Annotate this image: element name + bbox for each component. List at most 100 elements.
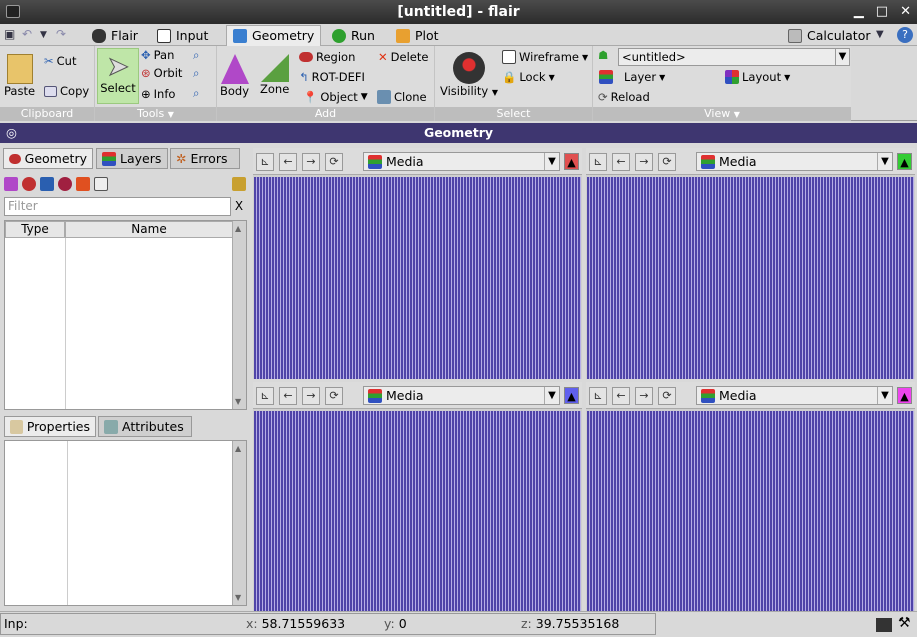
region-filter-icon[interactable] xyxy=(22,177,36,191)
viewport-color-marker[interactable]: ▲ xyxy=(897,153,912,170)
calculator-button[interactable]: Calculator xyxy=(782,25,876,46)
maximize-icon[interactable]: □ xyxy=(876,0,888,24)
forward-icon[interactable]: → xyxy=(302,153,320,171)
save-icon[interactable]: ▣ xyxy=(4,27,15,41)
refresh-icon[interactable]: ⟳ xyxy=(325,153,343,171)
object-filter-icon[interactable] xyxy=(76,177,90,191)
axes-icon[interactable]: ⊾ xyxy=(589,153,607,171)
tab-input[interactable]: Input xyxy=(151,25,214,46)
layout-button[interactable]: Layout ▼ xyxy=(725,70,790,84)
pan-button[interactable]: ✥ Pan xyxy=(141,48,174,62)
body-filter-icon[interactable] xyxy=(4,177,18,191)
tab-plot[interactable]: Plot xyxy=(390,25,445,46)
chevron-down-icon[interactable]: ▼ xyxy=(544,387,559,404)
chevron-down-icon[interactable]: ▼ xyxy=(877,153,892,170)
scroll-down-icon[interactable]: ▼ xyxy=(235,397,244,406)
refresh-icon[interactable]: ⟳ xyxy=(658,387,676,405)
reload-button[interactable]: ⟳ Reload xyxy=(598,90,650,104)
scroll-up-icon[interactable]: ▲ xyxy=(235,224,244,233)
filter-clear-button[interactable]: X xyxy=(232,197,246,216)
object-button[interactable]: 📍 Object ▼ xyxy=(303,90,368,104)
layer-button[interactable]: Layer ▼ xyxy=(599,70,665,84)
tab-geometry[interactable]: Geometry xyxy=(226,25,322,46)
back-icon[interactable]: ← xyxy=(279,153,297,171)
viewport-color-marker[interactable]: ▲ xyxy=(564,387,579,404)
axes-icon[interactable]: ⊾ xyxy=(589,387,607,405)
viewport-canvas[interactable] xyxy=(254,177,581,379)
info-button[interactable]: ⊕ Info xyxy=(141,87,175,101)
tab-geometry-list[interactable]: Geometry xyxy=(3,148,93,169)
forward-icon[interactable]: → xyxy=(635,153,653,171)
viewport-canvas[interactable] xyxy=(587,177,914,379)
broom-icon[interactable] xyxy=(232,177,246,191)
zoom-out-icon[interactable]: ⌕ xyxy=(193,66,199,81)
rotdefi-filter-icon[interactable] xyxy=(40,177,54,191)
object-table-scrollbar[interactable]: ▲ ▼ xyxy=(232,221,246,409)
tab-layers[interactable]: Layers xyxy=(96,148,168,169)
project-dropdown-icon[interactable]: ▼ xyxy=(835,49,849,65)
rotdefi-button[interactable]: ↰ ROT-DEFI xyxy=(299,70,365,84)
zone-button[interactable]: Zone xyxy=(260,54,289,96)
viewport-media-combo[interactable]: Media ▼ xyxy=(696,152,893,171)
undo-list-icon[interactable]: ▼ xyxy=(40,30,47,40)
back-icon[interactable]: ← xyxy=(279,387,297,405)
zoom-fit-icon[interactable]: ⌕ xyxy=(193,86,199,101)
tab-properties[interactable]: Properties xyxy=(4,416,96,437)
back-icon[interactable]: ← xyxy=(612,153,630,171)
project-combo[interactable]: <untitled> ▼ xyxy=(618,48,850,66)
viewport-media-combo[interactable]: Media ▼ xyxy=(363,152,560,171)
viewport-color-marker[interactable]: ▲ xyxy=(897,387,912,404)
minimize-icon[interactable]: ▁ xyxy=(854,0,864,24)
wireframe-button[interactable]: Wireframe ▼ xyxy=(502,50,588,64)
forward-icon[interactable]: → xyxy=(635,387,653,405)
copy-button[interactable]: Copy xyxy=(44,84,89,98)
properties-table[interactable]: ▲ ▼ xyxy=(4,440,247,606)
tab-errors[interactable]: ✲ Errors xyxy=(170,148,240,169)
pointer-filter-icon[interactable] xyxy=(94,177,108,191)
filter-input[interactable]: Filter xyxy=(4,197,231,216)
tools-group-label[interactable]: Tools ▼ xyxy=(95,107,216,121)
chevron-down-icon[interactable]: ▼ xyxy=(544,153,559,170)
viewport-canvas[interactable] xyxy=(587,411,914,613)
back-icon[interactable]: ← xyxy=(612,387,630,405)
run-mode-icon[interactable]: ☗ xyxy=(598,48,608,62)
help-icon[interactable]: ? xyxy=(897,27,913,43)
axes-icon[interactable]: ⊾ xyxy=(256,387,274,405)
column-name[interactable]: Name xyxy=(65,221,233,238)
object-table[interactable]: Type Name ▲ ▼ xyxy=(4,220,247,410)
tools-icon[interactable]: ⚒ xyxy=(898,615,911,631)
viewport-color-marker[interactable]: ▲ xyxy=(564,153,579,170)
visibility-button[interactable]: Visibility ▼ xyxy=(440,52,498,98)
close-icon[interactable]: ✕ xyxy=(900,0,911,24)
column-type[interactable]: Type xyxy=(5,221,65,238)
viewport-media-combo[interactable]: Media ▼ xyxy=(696,386,893,405)
view-group-label[interactable]: View ▼ xyxy=(593,107,851,121)
zoom-in-icon[interactable]: ⌕ xyxy=(193,48,199,63)
delete-button[interactable]: ✕ Delete xyxy=(378,50,428,64)
scroll-down-icon[interactable]: ▼ xyxy=(235,593,244,602)
forward-icon[interactable]: → xyxy=(302,387,320,405)
region-button[interactable]: Region xyxy=(299,50,355,64)
undo-icon[interactable]: ↶ xyxy=(22,27,32,41)
redo-icon[interactable]: ↷ xyxy=(56,27,66,41)
lock-button[interactable]: 🔒 Lock ▼ xyxy=(502,70,555,84)
select-button[interactable]: ➤ Select xyxy=(97,48,139,104)
tab-run[interactable]: Run xyxy=(326,25,381,46)
cut-button[interactable]: ✂ Cut xyxy=(44,54,76,68)
viewport-media-combo[interactable]: Media ▼ xyxy=(363,386,560,405)
properties-table-scrollbar[interactable]: ▲ ▼ xyxy=(232,441,246,605)
screenshot-icon[interactable] xyxy=(876,618,892,632)
body-button[interactable]: Body xyxy=(220,54,249,98)
refresh-icon[interactable]: ⟳ xyxy=(325,387,343,405)
chevron-down-icon[interactable]: ▼ xyxy=(877,387,892,404)
tab-flair[interactable]: Flair xyxy=(86,25,144,46)
tab-attributes[interactable]: Attributes xyxy=(98,416,192,437)
orbit-button[interactable]: ⊛ Orbit xyxy=(141,66,182,80)
material-filter-icon[interactable] xyxy=(58,177,72,191)
axes-icon[interactable]: ⊾ xyxy=(256,153,274,171)
clone-button[interactable]: Clone xyxy=(377,90,427,104)
viewport-canvas[interactable] xyxy=(254,411,581,613)
calculator-dropdown-icon[interactable]: ▼ xyxy=(876,29,884,40)
dock-menu-icon[interactable]: ◎ xyxy=(6,123,17,143)
paste-button[interactable]: Paste xyxy=(4,54,35,98)
